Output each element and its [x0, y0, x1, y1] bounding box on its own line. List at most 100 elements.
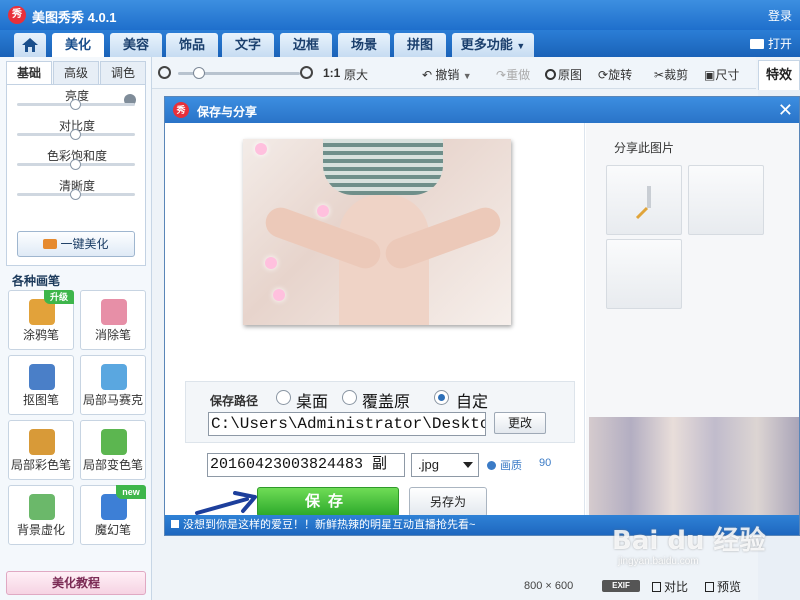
- ad-thumbnail-strip[interactable]: [589, 417, 799, 517]
- radio-desktop[interactable]: [276, 390, 291, 405]
- tab-text[interactable]: 文字: [222, 33, 274, 57]
- brush-tool[interactable]: 局部彩色笔: [8, 420, 74, 480]
- heart-sticker: [255, 143, 267, 155]
- rotate-icon: ⟳: [598, 68, 609, 82]
- redo-button[interactable]: ↷重做: [496, 66, 530, 83]
- brush-tools-title: 各种画笔: [12, 274, 61, 288]
- radio-desktop-label: 桌面: [296, 394, 329, 411]
- adjust-slider[interactable]: [17, 189, 135, 200]
- one-key-beautify-button[interactable]: 一键美化: [17, 231, 135, 257]
- adjust-slider-knob[interactable]: [70, 99, 81, 110]
- close-icon[interactable]: ✕: [778, 100, 793, 120]
- save-button[interactable]: 保存: [257, 487, 399, 517]
- radio-custom[interactable]: [434, 390, 449, 405]
- edit-toolbar: 1:1 原大 ↶ 撤销 ▼ ↷重做 原图 ⟳旋转 ✂裁剪 ▣尺寸: [152, 57, 756, 89]
- zoom-slider[interactable]: [178, 67, 300, 79]
- tab-beauty[interactable]: 美容: [110, 33, 162, 57]
- adjust-slider-knob[interactable]: [70, 159, 81, 170]
- crop-label: 裁剪: [664, 68, 689, 82]
- folder-icon: [749, 39, 764, 49]
- tab-effects[interactable]: 特效: [758, 60, 800, 90]
- redo-label: 重做: [506, 68, 531, 82]
- open-label: 打开: [767, 37, 792, 51]
- quality-link[interactable]: 画质: [487, 457, 522, 473]
- open-button[interactable]: 打开: [749, 35, 792, 52]
- zoom-out-icon[interactable]: [158, 66, 171, 79]
- exif-badge[interactable]: EXIF: [602, 580, 640, 592]
- ratio-button[interactable]: 1:1: [323, 66, 340, 80]
- watermark-brand: Bai du 经验: [612, 526, 766, 556]
- watermark: Bai du 经验 jingyan.baidu.com: [612, 520, 766, 580]
- scissors-icon: ✂: [654, 68, 665, 82]
- brush-tool[interactable]: 局部马赛克: [80, 355, 146, 415]
- change-path-button[interactable]: 更改: [494, 412, 546, 434]
- share-target-tile[interactable]: [606, 239, 682, 309]
- preview-button[interactable]: 预览: [705, 578, 741, 595]
- brush-tool[interactable]: 涂鸦笔 升级: [8, 290, 74, 350]
- share-brush-icon: [635, 186, 651, 220]
- original-size-button[interactable]: 原大: [344, 66, 368, 83]
- save-path-field[interactable]: C:\Users\Administrator\Deskto: [208, 412, 486, 436]
- adjust-slider-knob[interactable]: [70, 129, 81, 140]
- compare-button[interactable]: 对比: [652, 578, 688, 595]
- adjust-slider[interactable]: [17, 159, 135, 170]
- brush-tool-label: 抠图笔: [22, 393, 59, 407]
- adjust-slider-knob[interactable]: [70, 189, 81, 200]
- beautify-tutorial-button[interactable]: 美化教程: [6, 571, 146, 595]
- tab-scene[interactable]: 场景: [338, 33, 390, 57]
- main-tab-bar: 美化 美容 饰品 文字 边框 场景 拼图 更多功能 ▼ 打开: [0, 30, 800, 57]
- brush-tool[interactable]: 局部变色笔: [80, 420, 146, 480]
- image-preview: [243, 139, 511, 325]
- brush-tool-label: 局部变色笔: [82, 458, 143, 472]
- image-dimensions: 800 × 600: [524, 580, 574, 592]
- radio-custom-label: 自定: [456, 394, 489, 411]
- share-target-tile[interactable]: [606, 165, 682, 235]
- subtab-advanced[interactable]: 高级: [53, 61, 99, 85]
- subtab-basic[interactable]: 基础: [6, 61, 52, 85]
- adjust-slider[interactable]: [17, 129, 135, 140]
- share-target-tile[interactable]: [688, 165, 764, 235]
- chevron-down-icon: [463, 462, 473, 468]
- tab-more-features[interactable]: 更多功能 ▼: [452, 33, 534, 57]
- brush-tool[interactable]: 魔幻笔 new: [80, 485, 146, 545]
- zoom-slider-knob[interactable]: [192, 67, 205, 79]
- radio-overwrite[interactable]: [342, 390, 357, 405]
- save-as-button[interactable]: 另存为: [409, 487, 487, 517]
- brush-tool-icon: [29, 429, 55, 455]
- brush-tool-label: 背景虚化: [16, 523, 65, 537]
- magic-brush-icon: [43, 239, 58, 249]
- redo-icon: ↷: [496, 68, 507, 82]
- rotate-button[interactable]: ⟳旋转: [598, 66, 632, 83]
- gear-icon: [487, 461, 496, 470]
- tab-home[interactable]: [14, 33, 46, 57]
- news-text: 没想到你是这样的爱豆！！新鲜热辣的明星互动直播抢先看~: [183, 519, 476, 531]
- original-label: 原图: [558, 68, 583, 82]
- zoom-in-icon[interactable]: [300, 66, 313, 79]
- tab-accessories[interactable]: 饰品: [166, 33, 218, 57]
- undo-label: 撤销: [435, 68, 460, 82]
- original-image-button[interactable]: 原图: [545, 66, 582, 83]
- resize-button[interactable]: ▣尺寸: [704, 66, 739, 83]
- crop-button[interactable]: ✂裁剪: [654, 66, 688, 83]
- radio-overwrite-label: 覆盖原: [362, 394, 411, 411]
- quality-value: 90: [539, 457, 552, 469]
- adjust-slider[interactable]: [17, 99, 135, 110]
- tab-beautify[interactable]: 美化: [52, 33, 104, 57]
- brush-tool[interactable]: 背景虚化: [8, 485, 74, 545]
- one-key-label: 一键美化: [60, 237, 109, 251]
- brush-tool[interactable]: 抠图笔: [8, 355, 74, 415]
- login-link[interactable]: 登录: [768, 7, 792, 24]
- subtab-color[interactable]: 调色: [100, 61, 146, 85]
- brush-tool-label: 消除笔: [94, 328, 131, 342]
- extension-select[interactable]: .jpg: [411, 453, 479, 477]
- extension-value: .jpg: [418, 457, 439, 472]
- tab-more-label: 更多功能: [460, 37, 513, 52]
- brush-tool[interactable]: 消除笔: [80, 290, 146, 350]
- filename-field[interactable]: 20160423003824483 副: [207, 453, 405, 477]
- tab-collage[interactable]: 拼图: [394, 33, 446, 57]
- undo-button[interactable]: ↶ 撤销 ▼: [422, 66, 472, 83]
- brush-tool-label: 局部彩色笔: [10, 458, 71, 472]
- brush-tool-icon: [29, 364, 55, 390]
- tab-frame[interactable]: 边框: [280, 33, 332, 57]
- chevron-down-icon[interactable]: ▼: [463, 71, 472, 81]
